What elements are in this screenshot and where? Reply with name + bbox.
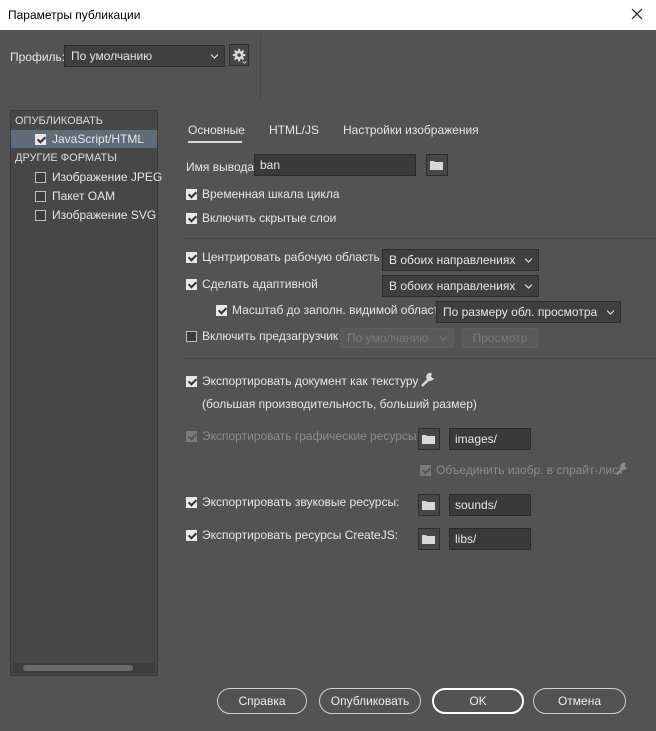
profile-select-value: По умолчанию xyxy=(71,49,153,63)
loop-timeline-label: Временная шкала цикла xyxy=(202,187,340,201)
export-sounds-label: Экспортировать звуковые ресурсы: xyxy=(202,495,400,509)
images-path-input[interactable]: images/ xyxy=(449,428,531,450)
createjs-path-input[interactable]: libs/ xyxy=(449,528,531,550)
format-item-svg[interactable]: Изображение SVG xyxy=(11,206,157,224)
profile-label: Профиль: xyxy=(10,50,66,64)
createjs-browse-button[interactable] xyxy=(418,528,440,550)
format-item-label: Изображение SVG xyxy=(52,208,157,222)
spritesheet-label: Объединить изобр. в спрайт-лист xyxy=(436,463,624,477)
center-stage-label: Центрировать рабочую область xyxy=(202,250,380,264)
texture-note: (большая производительность, больший раз… xyxy=(202,397,477,411)
tab-image-settings[interactable]: Настройки изображения xyxy=(343,123,479,137)
hidden-layers-label: Включить скрытые слои xyxy=(202,211,337,225)
format-item-jpeg[interactable]: Изображение JPEG xyxy=(11,168,162,186)
export-images-label: Экспортировать графические ресурсы: xyxy=(202,429,420,443)
window-title: Параметры публикации xyxy=(8,8,141,22)
images-browse-button[interactable] xyxy=(418,428,440,450)
loop-timeline-checkbox[interactable] xyxy=(186,189,197,200)
sounds-browse-button[interactable] xyxy=(418,494,440,516)
format-list-panel: ОПУБЛИКОВАТЬ JavaScript/HTML ДРУГИЕ ФОРМ… xyxy=(10,110,162,676)
spritesheet-checkbox[interactable] xyxy=(420,465,431,476)
chevron-down-icon xyxy=(525,258,532,263)
profile-select[interactable]: По умолчанию xyxy=(64,45,225,67)
tab-html-js[interactable]: HTML/JS xyxy=(269,123,319,137)
output-name-label: Имя вывода: xyxy=(186,160,258,174)
folder-icon xyxy=(422,435,435,444)
responsive-select[interactable]: В обоих направлениях xyxy=(382,275,539,297)
folder-icon xyxy=(422,535,435,544)
folder-icon xyxy=(422,501,435,510)
help-button[interactable]: Справка xyxy=(217,688,307,714)
format-item-label: Изображение JPEG xyxy=(52,170,163,184)
section-divider xyxy=(183,358,656,359)
preloader-label: Включить предзагрузчик xyxy=(202,329,339,343)
center-stage-checkbox[interactable] xyxy=(186,252,197,263)
svg-checkbox[interactable] xyxy=(35,210,46,221)
responsive-checkbox[interactable] xyxy=(186,279,197,290)
publish-button[interactable]: Опубликовать xyxy=(319,688,421,714)
scale-to-fill-label: Масштаб до заполн. видимой области xyxy=(232,303,446,317)
profile-settings-button[interactable] xyxy=(229,44,249,66)
jpeg-checkbox[interactable] xyxy=(35,172,46,183)
export-createjs-label: Экспортировать ресурсы CreateJS: xyxy=(202,528,399,542)
preloader-select[interactable]: По умолчанию xyxy=(340,328,454,348)
preloader-checkbox[interactable] xyxy=(186,331,197,342)
sounds-path-input[interactable]: sounds/ xyxy=(449,494,531,516)
scale-to-fill-checkbox[interactable] xyxy=(216,305,227,316)
wrench-icon[interactable] xyxy=(615,462,629,476)
title-bar: Параметры публикации xyxy=(0,0,656,30)
output-name-input[interactable]: ban xyxy=(254,154,416,176)
other-formats-header: ДРУГИЕ ФОРМАТЫ xyxy=(15,152,118,164)
gear-icon xyxy=(232,48,247,64)
export-createjs-checkbox[interactable] xyxy=(186,530,197,541)
javascript-html-checkbox[interactable] xyxy=(35,134,46,145)
wrench-icon[interactable] xyxy=(420,372,436,388)
oam-checkbox[interactable] xyxy=(35,191,46,202)
chevron-down-icon xyxy=(440,336,447,341)
export-texture-label: Экспортировать документ как текстуру xyxy=(202,374,419,388)
export-sounds-checkbox[interactable] xyxy=(186,497,197,508)
active-tab-underline xyxy=(188,141,242,143)
export-texture-checkbox[interactable] xyxy=(186,376,197,387)
folder-icon xyxy=(430,161,443,170)
scrollbar-thumb[interactable] xyxy=(23,665,133,671)
output-browse-button[interactable] xyxy=(426,154,448,176)
chevron-down-icon xyxy=(211,54,218,59)
publish-header: ОПУБЛИКОВАТЬ xyxy=(15,115,104,127)
format-item-javascript-html[interactable]: JavaScript/HTML xyxy=(11,130,157,148)
close-icon[interactable] xyxy=(628,5,646,23)
format-item-oam[interactable]: Пакет OAM xyxy=(11,187,157,205)
responsive-label: Сделать адаптивной xyxy=(202,277,318,291)
hidden-layers-checkbox[interactable] xyxy=(186,213,197,224)
responsive-select-value: В обоих направлениях xyxy=(389,279,516,293)
center-stage-select[interactable]: В обоих направлениях xyxy=(382,249,539,271)
format-item-label: Пакет OAM xyxy=(52,189,116,203)
tab-basic[interactable]: Основные xyxy=(188,123,245,137)
chevron-down-icon xyxy=(607,310,614,315)
scale-select[interactable]: По размеру обл. просмотра xyxy=(436,301,621,323)
format-item-label: JavaScript/HTML xyxy=(52,132,145,146)
center-stage-select-value: В обоих направлениях xyxy=(389,253,516,267)
cancel-button[interactable]: Отмена xyxy=(533,688,626,714)
profile-divider xyxy=(260,34,261,100)
horizontal-scrollbar[interactable] xyxy=(13,663,155,673)
preloader-select-value: По умолчанию xyxy=(347,331,429,345)
section-divider xyxy=(183,238,656,239)
chevron-down-icon xyxy=(525,284,532,289)
preview-button[interactable]: Просмотр xyxy=(462,328,538,348)
export-images-checkbox[interactable] xyxy=(186,431,197,442)
ok-button[interactable]: OK xyxy=(432,688,524,714)
scale-select-value: По размеру обл. просмотра xyxy=(443,305,598,319)
